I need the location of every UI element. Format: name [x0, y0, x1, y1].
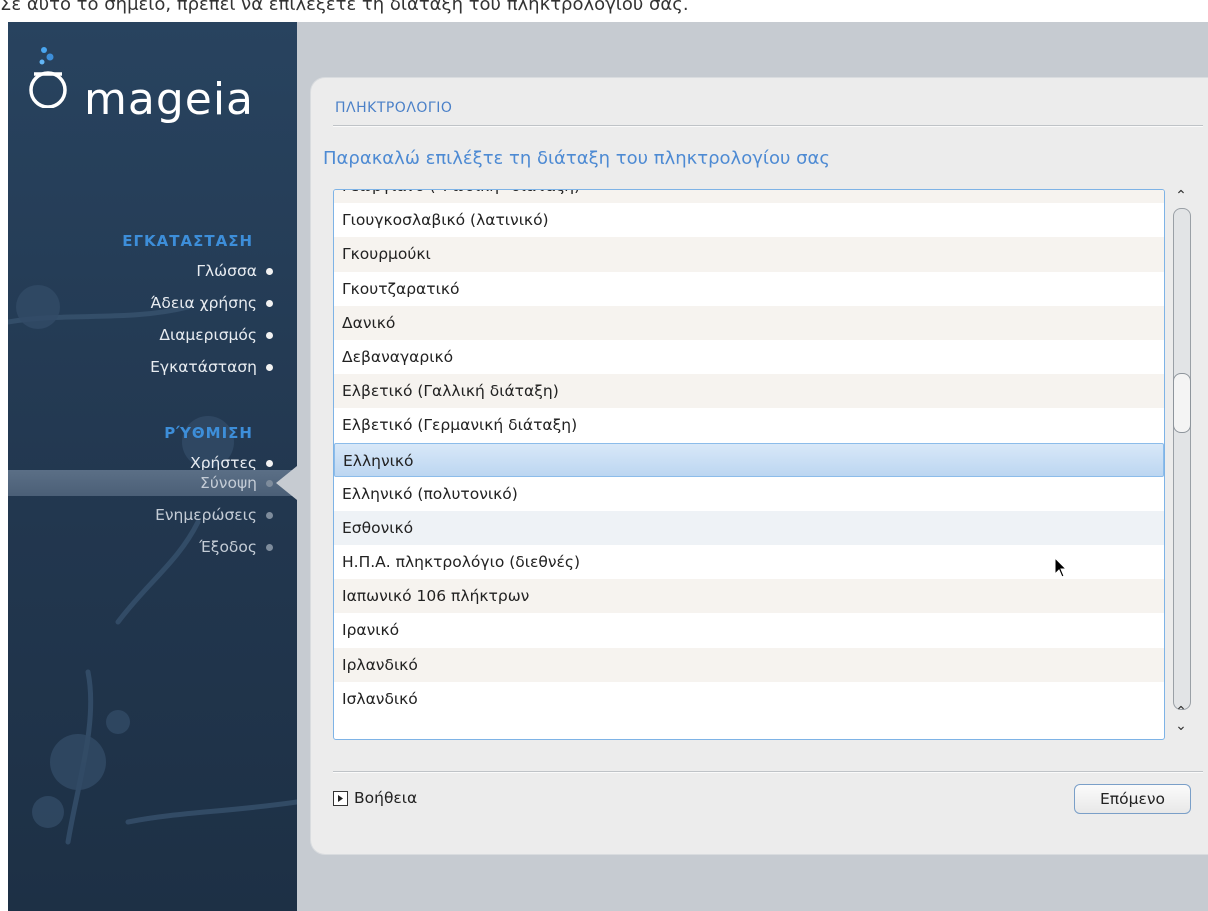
status-dot-icon [266, 332, 273, 339]
list-item[interactable]: Η.Π.Α. πληκτρολόγιο (διεθνές) [334, 545, 1164, 579]
sidebar-item-exit: Έξοδος [199, 538, 273, 556]
sidebar-item-label: Έξοδος [199, 538, 257, 556]
list-item[interactable]: Δεβαναγαρικό [334, 340, 1164, 374]
expand-arrow-icon[interactable] [333, 790, 348, 806]
list-item[interactable]: Ελβετικό (Γαλλική διάταξη) [334, 374, 1164, 409]
mageia-logo-icon [29, 47, 67, 108]
sidebar-item-summary: Σύνοψη [200, 474, 273, 492]
list-item[interactable]: Γκουτζαρατικό [334, 272, 1164, 306]
installer-window: mageia ΕΓΚΑΤΑΣΤΑΣΗ Γλώσσα Άδεια χρήσης Δ… [8, 22, 1208, 911]
status-dot-icon [266, 268, 273, 275]
sidebar-item-label: Ενημερώσεις [155, 506, 257, 524]
status-dot-icon [266, 544, 273, 551]
list-item[interactable]: Δανικό [334, 305, 1164, 340]
sidebar: mageia ΕΓΚΑΤΑΣΤΑΣΗ Γλώσσα Άδεια χρήσης Δ… [8, 22, 297, 911]
sidebar-item-label: Διαμερισμός [159, 326, 257, 344]
sidebar-item-label: Εγκατάσταση [150, 358, 257, 376]
active-step-pointer-icon [276, 466, 297, 500]
scroll-track[interactable] [1173, 208, 1191, 710]
keyboard-layout-list[interactable]: Γεωργιανό ("Ρωσική" διάταξη) Γιουγκοσλαβ… [333, 189, 1165, 740]
brand-name: mageia [84, 74, 255, 125]
sidebar-item-label: Γλώσσα [196, 262, 257, 280]
sidebar-item-label: Άδεια χρήσης [150, 294, 257, 312]
list-item[interactable]: Ελληνικό (πολυτονικό) [334, 477, 1164, 511]
title-divider [333, 125, 1203, 126]
list-item[interactable]: Γκουρμούκι [334, 237, 1164, 272]
status-dot-icon [266, 300, 273, 307]
sidebar-item-installation: Εγκατάσταση [150, 358, 273, 376]
next-button[interactable]: Επόμενο [1074, 784, 1191, 814]
list-item-hovered[interactable]: Εσθονικό [334, 510, 1164, 546]
scroll-up-icon[interactable]: ⌃ [1168, 188, 1194, 204]
status-dot-icon [266, 512, 273, 519]
list-item-selected[interactable]: Ελληνικό [334, 442, 1164, 477]
sidebar-item-language: Γλώσσα [196, 262, 273, 280]
list-item[interactable]: Ιρλανδικό [334, 647, 1164, 682]
list-scrollbar[interactable]: ⌃ ⌃ ⌄ [1168, 186, 1194, 742]
mouse-pointer-icon [1054, 557, 1068, 578]
status-dot-icon [266, 460, 273, 467]
list-item[interactable]: Ισλανδικό [334, 682, 1164, 716]
prompt-text: Παρακαλώ επιλέξτε τη διάταξη του πληκτρο… [323, 148, 830, 169]
section-title-installation: ΕΓΚΑΤΑΣΤΑΣΗ [122, 232, 253, 250]
status-dot-icon [266, 364, 273, 371]
keyboard-panel: ΠΛΗΚΤΡΟΛΟΓΙΟ Παρακαλώ επιλέξτε τη διάταξ… [311, 78, 1208, 854]
section-title-configuration: ΡΎΘΜΙΣΗ [164, 424, 253, 442]
sidebar-item-updates: Ενημερώσεις [155, 506, 273, 524]
list-item[interactable]: Γιουγκοσλαβικό (λατινικό) [334, 203, 1164, 237]
footer-divider [333, 771, 1203, 772]
scroll-down-icon[interactable]: ⌄ [1168, 718, 1194, 734]
page-title: ΠΛΗΚΤΡΟΛΟΓΙΟ [335, 100, 453, 116]
sidebar-item-license: Άδεια χρήσης [150, 294, 273, 312]
list-item[interactable]: Ιαπωνικό 106 πλήκτρων [334, 579, 1164, 614]
scroll-thumb[interactable] [1173, 373, 1191, 433]
top-caption: Σε αυτό το σημείο, πρέπει να επιλέξετε τ… [0, 0, 689, 15]
list-item[interactable]: Γεωργιανό ("Ρωσική" διάταξη) [334, 190, 1164, 204]
sidebar-item-label: Σύνοψη [200, 474, 257, 492]
help-label[interactable]: Βοήθεια [354, 789, 417, 807]
status-dot-icon [266, 480, 273, 487]
list-item[interactable]: Ιρανικό [334, 613, 1164, 647]
list-item[interactable]: Ελβετικό (Γερμανική διάταξη) [334, 408, 1164, 442]
help-toggle[interactable]: Βοήθεια [333, 789, 417, 807]
sidebar-item-partitioning: Διαμερισμός [159, 326, 273, 344]
